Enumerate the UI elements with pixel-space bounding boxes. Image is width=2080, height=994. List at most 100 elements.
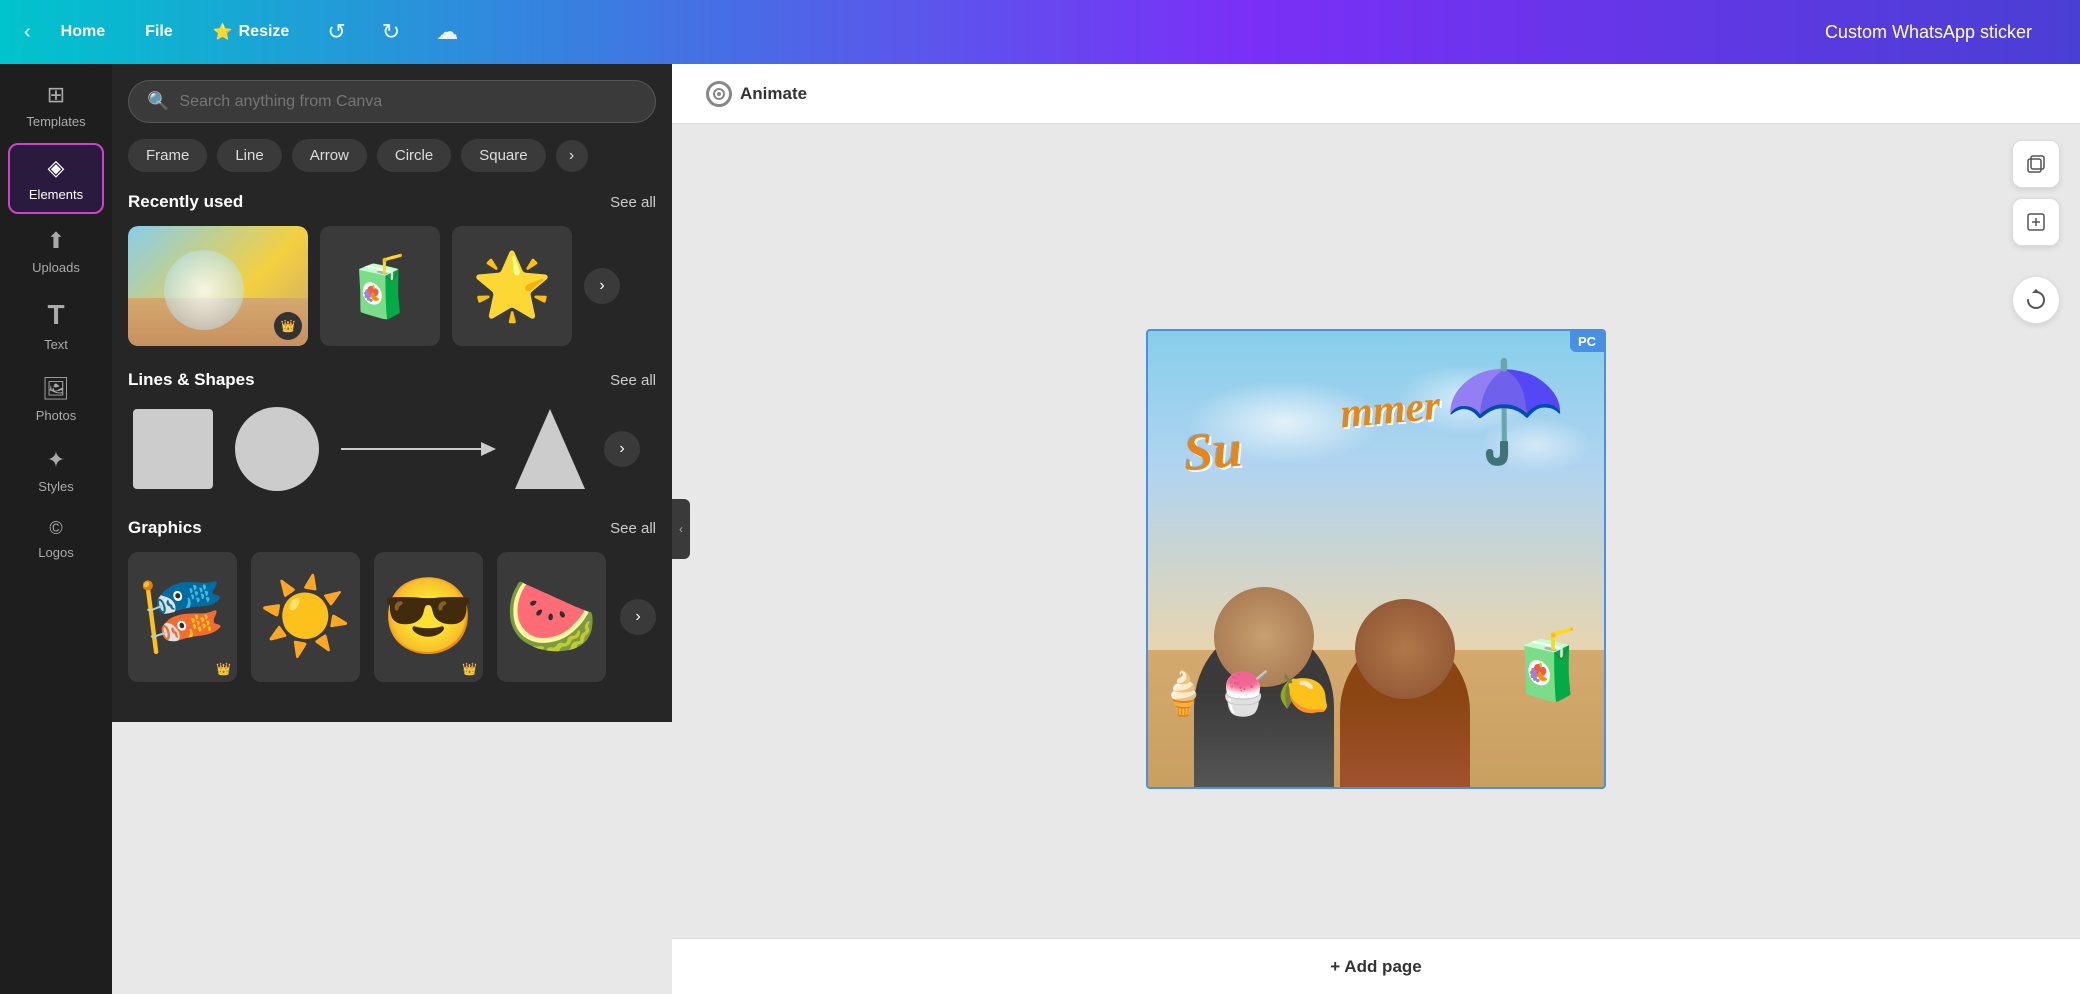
- graphic-item-sun[interactable]: ☀️: [251, 552, 360, 682]
- canvas-topbar: Animate: [672, 64, 2080, 124]
- sidebar-item-uploads[interactable]: ⬆ Uploads: [8, 218, 104, 285]
- graphics-see-all[interactable]: See all: [610, 520, 656, 537]
- filter-chips: Frame Line Arrow Circle Square ›: [128, 139, 656, 172]
- animate-button[interactable]: Animate: [692, 73, 821, 115]
- graphics-header: Graphics See all: [128, 518, 656, 538]
- shape-triangle[interactable]: [510, 404, 590, 494]
- duplicate-icon: [2025, 153, 2047, 175]
- undo-button[interactable]: ↺: [319, 15, 353, 49]
- shapes-scroll-right[interactable]: ›: [604, 431, 640, 467]
- shape-square[interactable]: [128, 404, 218, 494]
- sidebar-item-styles[interactable]: ✦ Styles: [8, 437, 104, 504]
- add-icon: [2025, 211, 2047, 233]
- graphic-cool-sun-emoji: 😎: [382, 573, 475, 661]
- panel-container: 🔍 Frame Line Arrow Circle Square › Recen…: [112, 64, 672, 994]
- ice-cream-1: 🍦: [1157, 670, 1209, 719]
- cloud-save-button[interactable]: ☁: [428, 15, 466, 49]
- duplicate-page-button[interactable]: [2012, 140, 2060, 188]
- chip-frame[interactable]: Frame: [128, 139, 207, 172]
- sidebar-label-templates: Templates: [26, 114, 85, 129]
- redo-button[interactable]: ↻: [374, 15, 408, 49]
- document-title-text: Custom WhatsApp sticker: [1825, 22, 2056, 43]
- lines-shapes-see-all[interactable]: See all: [610, 372, 656, 389]
- chip-arrow[interactable]: Arrow: [292, 139, 367, 172]
- rotate-icon: [2024, 288, 2048, 312]
- shape-circle[interactable]: [232, 404, 322, 494]
- resize-star-icon: ⭐: [213, 22, 233, 42]
- recently-used-see-all[interactable]: See all: [610, 194, 656, 211]
- recent-scroll-right[interactable]: ›: [584, 268, 620, 304]
- add-page-icon-button[interactable]: [2012, 198, 2060, 246]
- search-input[interactable]: [179, 93, 637, 111]
- recently-used-title: Recently used: [128, 192, 243, 212]
- recent-item-sun[interactable]: 🌟: [452, 226, 572, 346]
- sidebar-label-text: Text: [44, 337, 68, 352]
- sidebar-item-logos[interactable]: © Logos: [8, 508, 104, 570]
- header-left: ‹ Home File ⭐ Resize ↺ ↻ ☁: [24, 15, 1817, 49]
- styles-icon: ✦: [47, 447, 65, 473]
- sidebar-item-templates[interactable]: ⊞ Templates: [8, 72, 104, 139]
- lines-shapes-header: Lines & Shapes See all: [128, 370, 656, 390]
- sun-emoji: 🌟: [472, 248, 553, 324]
- animate-icon: [706, 81, 732, 107]
- header: ‹ Home File ⭐ Resize ↺ ↻ ☁ Custom WhatsA…: [0, 0, 2080, 64]
- lines-shapes-section: Lines & Shapes See all: [128, 370, 656, 494]
- search-bar[interactable]: 🔍: [128, 80, 656, 123]
- animate-label: Animate: [740, 84, 807, 104]
- elements-icon: ◈: [48, 155, 65, 181]
- sidebar-item-photos[interactable]: 🖼 Photos: [8, 366, 104, 433]
- kid2-figure: [1340, 637, 1470, 787]
- photos-icon: 🖼: [42, 376, 70, 402]
- chips-more-button[interactable]: ›: [556, 140, 588, 172]
- crown-badge-banner: 👑: [216, 662, 231, 676]
- canvas-controls: [2012, 140, 2060, 324]
- rotate-button[interactable]: [2012, 276, 2060, 324]
- graphics-section: Graphics See all 🎏 👑 ☀️ 😎 👑: [128, 518, 656, 682]
- add-page-button[interactable]: + Add page: [1330, 957, 1421, 977]
- umbrella-sticker: ☂️: [1443, 354, 1568, 471]
- search-icon: 🔍: [147, 91, 169, 112]
- sticker-canvas[interactable]: Su mmer ☂️ 🍦 🍧 🍋: [1146, 329, 1606, 789]
- sidebar-item-elements[interactable]: ◈ Elements: [8, 143, 104, 214]
- animate-circle-icon: [712, 87, 726, 101]
- graphic-item-cool-sun[interactable]: 😎 👑: [374, 552, 483, 682]
- templates-icon: ⊞: [47, 82, 65, 108]
- drink-emoji: 🧃: [343, 251, 418, 322]
- ice-cream-3: 🍋: [1278, 670, 1330, 719]
- sidebar-label-photos: Photos: [36, 408, 76, 423]
- chip-line[interactable]: Line: [217, 139, 281, 172]
- sidebar-label-styles: Styles: [38, 479, 73, 494]
- main-layout: ⊞ Templates ◈ Elements ⬆ Uploads T Text …: [0, 64, 2080, 994]
- sidebar-item-text[interactable]: T Text: [8, 289, 104, 362]
- left-sidebar: ⊞ Templates ◈ Elements ⬆ Uploads T Text …: [0, 64, 112, 994]
- chip-circle[interactable]: Circle: [377, 139, 451, 172]
- graphic-item-watermelon[interactable]: 🍉: [497, 552, 606, 682]
- pc-badge: PC: [1570, 331, 1604, 352]
- arrow-line-svg: [336, 424, 496, 474]
- recently-used-header: Recently used See all: [128, 192, 656, 212]
- hide-panel-button[interactable]: ‹: [672, 499, 690, 559]
- graphic-item-banner[interactable]: 🎏 👑: [128, 552, 237, 682]
- graphics-scroll-right[interactable]: ›: [620, 599, 656, 635]
- home-button[interactable]: Home: [51, 17, 115, 47]
- sidebar-label-logos: Logos: [38, 545, 73, 560]
- chip-square[interactable]: Square: [461, 139, 545, 172]
- beach-thumbnail: 👑: [128, 226, 308, 346]
- file-button[interactable]: File: [135, 17, 183, 47]
- canvas-background: Su mmer ☂️ 🍦 🍧 🍋: [1148, 331, 1604, 787]
- summer-text-secondary: mmer: [1338, 381, 1442, 438]
- canvas-wrapper: Su mmer ☂️ 🍦 🍧 🍋: [672, 124, 2080, 994]
- shape-arrow-line[interactable]: [336, 424, 496, 474]
- sidebar-label-elements: Elements: [29, 187, 83, 202]
- graphics-grid: 🎏 👑 ☀️ 😎 👑 🍉 ›: [128, 552, 656, 682]
- recent-item-beach[interactable]: 👑: [128, 226, 308, 346]
- recent-item-drink[interactable]: 🧃: [320, 226, 440, 346]
- recently-used-section: Recently used See all 👑 🧃: [128, 192, 656, 346]
- logos-icon: ©: [49, 518, 62, 539]
- lines-shapes-title: Lines & Shapes: [128, 370, 255, 390]
- resize-button[interactable]: ⭐ Resize: [203, 16, 300, 48]
- graphics-title: Graphics: [128, 518, 202, 538]
- back-button[interactable]: ‹: [24, 21, 31, 44]
- recently-used-grid: 👑 🧃 🌟 ›: [128, 226, 656, 346]
- uploads-icon: ⬆: [47, 228, 65, 254]
